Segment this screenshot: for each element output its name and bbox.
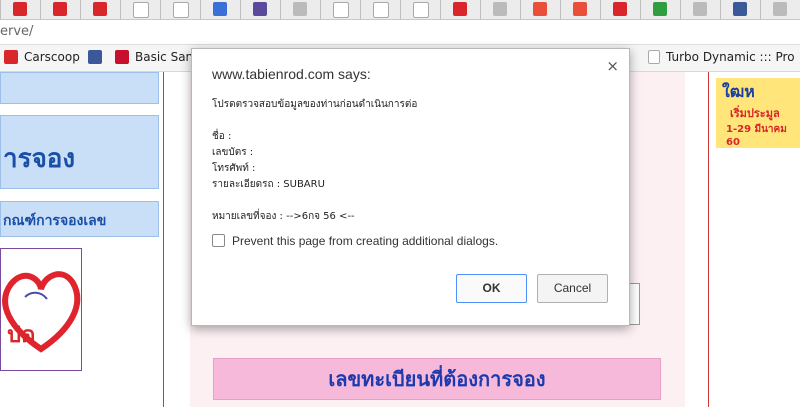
dialog-car-line: รายละเอียดรถ : SUBARU [212, 179, 325, 190]
blank-page-icon [413, 2, 429, 18]
bookmark-carscoop[interactable]: Carscoop [4, 50, 80, 64]
address-url[interactable]: erve/ [0, 24, 33, 39]
browser-tab[interactable] [680, 0, 721, 19]
heart-logo-text: ปด [7, 323, 36, 348]
browser-tab[interactable] [520, 0, 561, 19]
prevent-dialogs-checkbox[interactable]: Prevent this page from creating addition… [212, 234, 498, 248]
dialog-intro-line: โปรดตรวจสอบข้อมูลของท่านก่อนดำเนินการต่อ [212, 99, 418, 110]
ad-text-1: ใฒห [722, 82, 755, 101]
wikipedia-icon [333, 2, 349, 18]
red-g-icon [573, 2, 587, 16]
browser-tab[interactable] [720, 0, 761, 19]
dialog-name-line: ชื่อ : [212, 131, 232, 142]
plate-banner: เลขทะเบียนที่ต้องการจอง [213, 358, 661, 400]
tab-strip [0, 0, 800, 20]
browser-tab[interactable] [240, 0, 281, 19]
browser-tab[interactable] [80, 0, 121, 19]
red-c-icon [93, 2, 107, 16]
grey-circle-icon [693, 2, 707, 16]
address-bar[interactable]: erve/ [0, 20, 800, 45]
browser-tab[interactable] [120, 0, 161, 19]
dialog-phone-line: โทรศัพท์ : [212, 163, 256, 174]
reserve-nav-label: ารจอง [3, 144, 76, 174]
plate-banner-text: เลขทะเบียนที่ต้องการจอง [328, 367, 546, 391]
red-c-icon [453, 2, 467, 16]
green-cr-icon [653, 2, 667, 16]
criteria-nav-box[interactable]: กณฑ์การจองเลข [0, 201, 159, 237]
criteria-nav-label: กณฑ์การจองเลข [3, 213, 107, 229]
bookmark-label: Turbo Dynamic ::: Pro [666, 50, 795, 64]
ok-button[interactable]: OK [456, 274, 527, 303]
browser-tab[interactable] [360, 0, 401, 19]
bookmark-label: Carscoop [24, 50, 80, 64]
browser-tab[interactable] [480, 0, 521, 19]
facebook-icon [88, 50, 102, 64]
browser-tab[interactable] [400, 0, 441, 19]
bookmark-turbo-dynamic[interactable]: Turbo Dynamic ::: Pro [648, 50, 795, 64]
browser-tab[interactable] [560, 0, 601, 19]
browser-tab[interactable] [760, 0, 800, 19]
reserve-nav-box[interactable]: ารจอง [0, 115, 159, 189]
browser-tab[interactable] [200, 0, 241, 19]
heart-logo: ปด [0, 248, 82, 371]
browser-tab[interactable] [40, 0, 81, 19]
page-icon [648, 50, 660, 64]
dialog-title: www.tabienrod.com says: [212, 66, 371, 82]
purple-ww-icon [253, 2, 267, 16]
bookmark-facebook[interactable] [88, 50, 108, 64]
carscoop-icon [4, 50, 18, 64]
dialog-plate-line: หมายเลขที่จอง : -->6กจ 56 <-- [212, 211, 355, 222]
browser-tab[interactable] [280, 0, 321, 19]
red-c-icon [13, 2, 27, 16]
red-g-icon [533, 2, 547, 16]
close-icon[interactable]: × [606, 57, 619, 75]
grey-circle-icon [493, 2, 507, 16]
alert-dialog: www.tabienrod.com says: × โปรดตรวจสอบข้อ… [191, 48, 630, 326]
browser-tab[interactable] [160, 0, 201, 19]
browser-tab[interactable] [600, 0, 641, 19]
dialog-id-line: เลขบัตร : [212, 147, 254, 158]
cancel-button[interactable]: Cancel [537, 274, 608, 303]
ad-banner[interactable]: ใฒห เริ่มประมูล 1-29 มีนาคม 60 [716, 78, 800, 148]
divider-line [708, 72, 709, 407]
browser-tab[interactable] [0, 0, 41, 19]
basic-sans-icon [115, 50, 129, 64]
checkbox-box[interactable] [212, 234, 225, 247]
wikipedia-icon [133, 2, 149, 18]
wikipedia-icon [173, 2, 189, 18]
bookmark-label: Basic Sans [135, 50, 200, 64]
blue-paren-icon [213, 2, 227, 16]
ad-text-3: 1-29 มีนาคม 60 [726, 124, 787, 148]
checkbox-label: Prevent this page from creating addition… [232, 234, 499, 248]
ad-text-2: เริ่มประมูล [730, 107, 780, 120]
facebook-icon [733, 2, 747, 16]
top-nav-box[interactable] [0, 72, 159, 104]
browser-tab[interactable] [440, 0, 481, 19]
bookmark-basic-sans[interactable]: Basic Sans [115, 50, 199, 64]
browser-tab[interactable] [640, 0, 681, 19]
browser-tab[interactable] [320, 0, 361, 19]
red-c-icon [613, 2, 627, 16]
grey-circle-icon [293, 2, 307, 16]
red-c-icon [53, 2, 67, 16]
grey-circle-icon [773, 2, 787, 16]
divider-line [163, 72, 164, 407]
wikipedia-icon [373, 2, 389, 18]
